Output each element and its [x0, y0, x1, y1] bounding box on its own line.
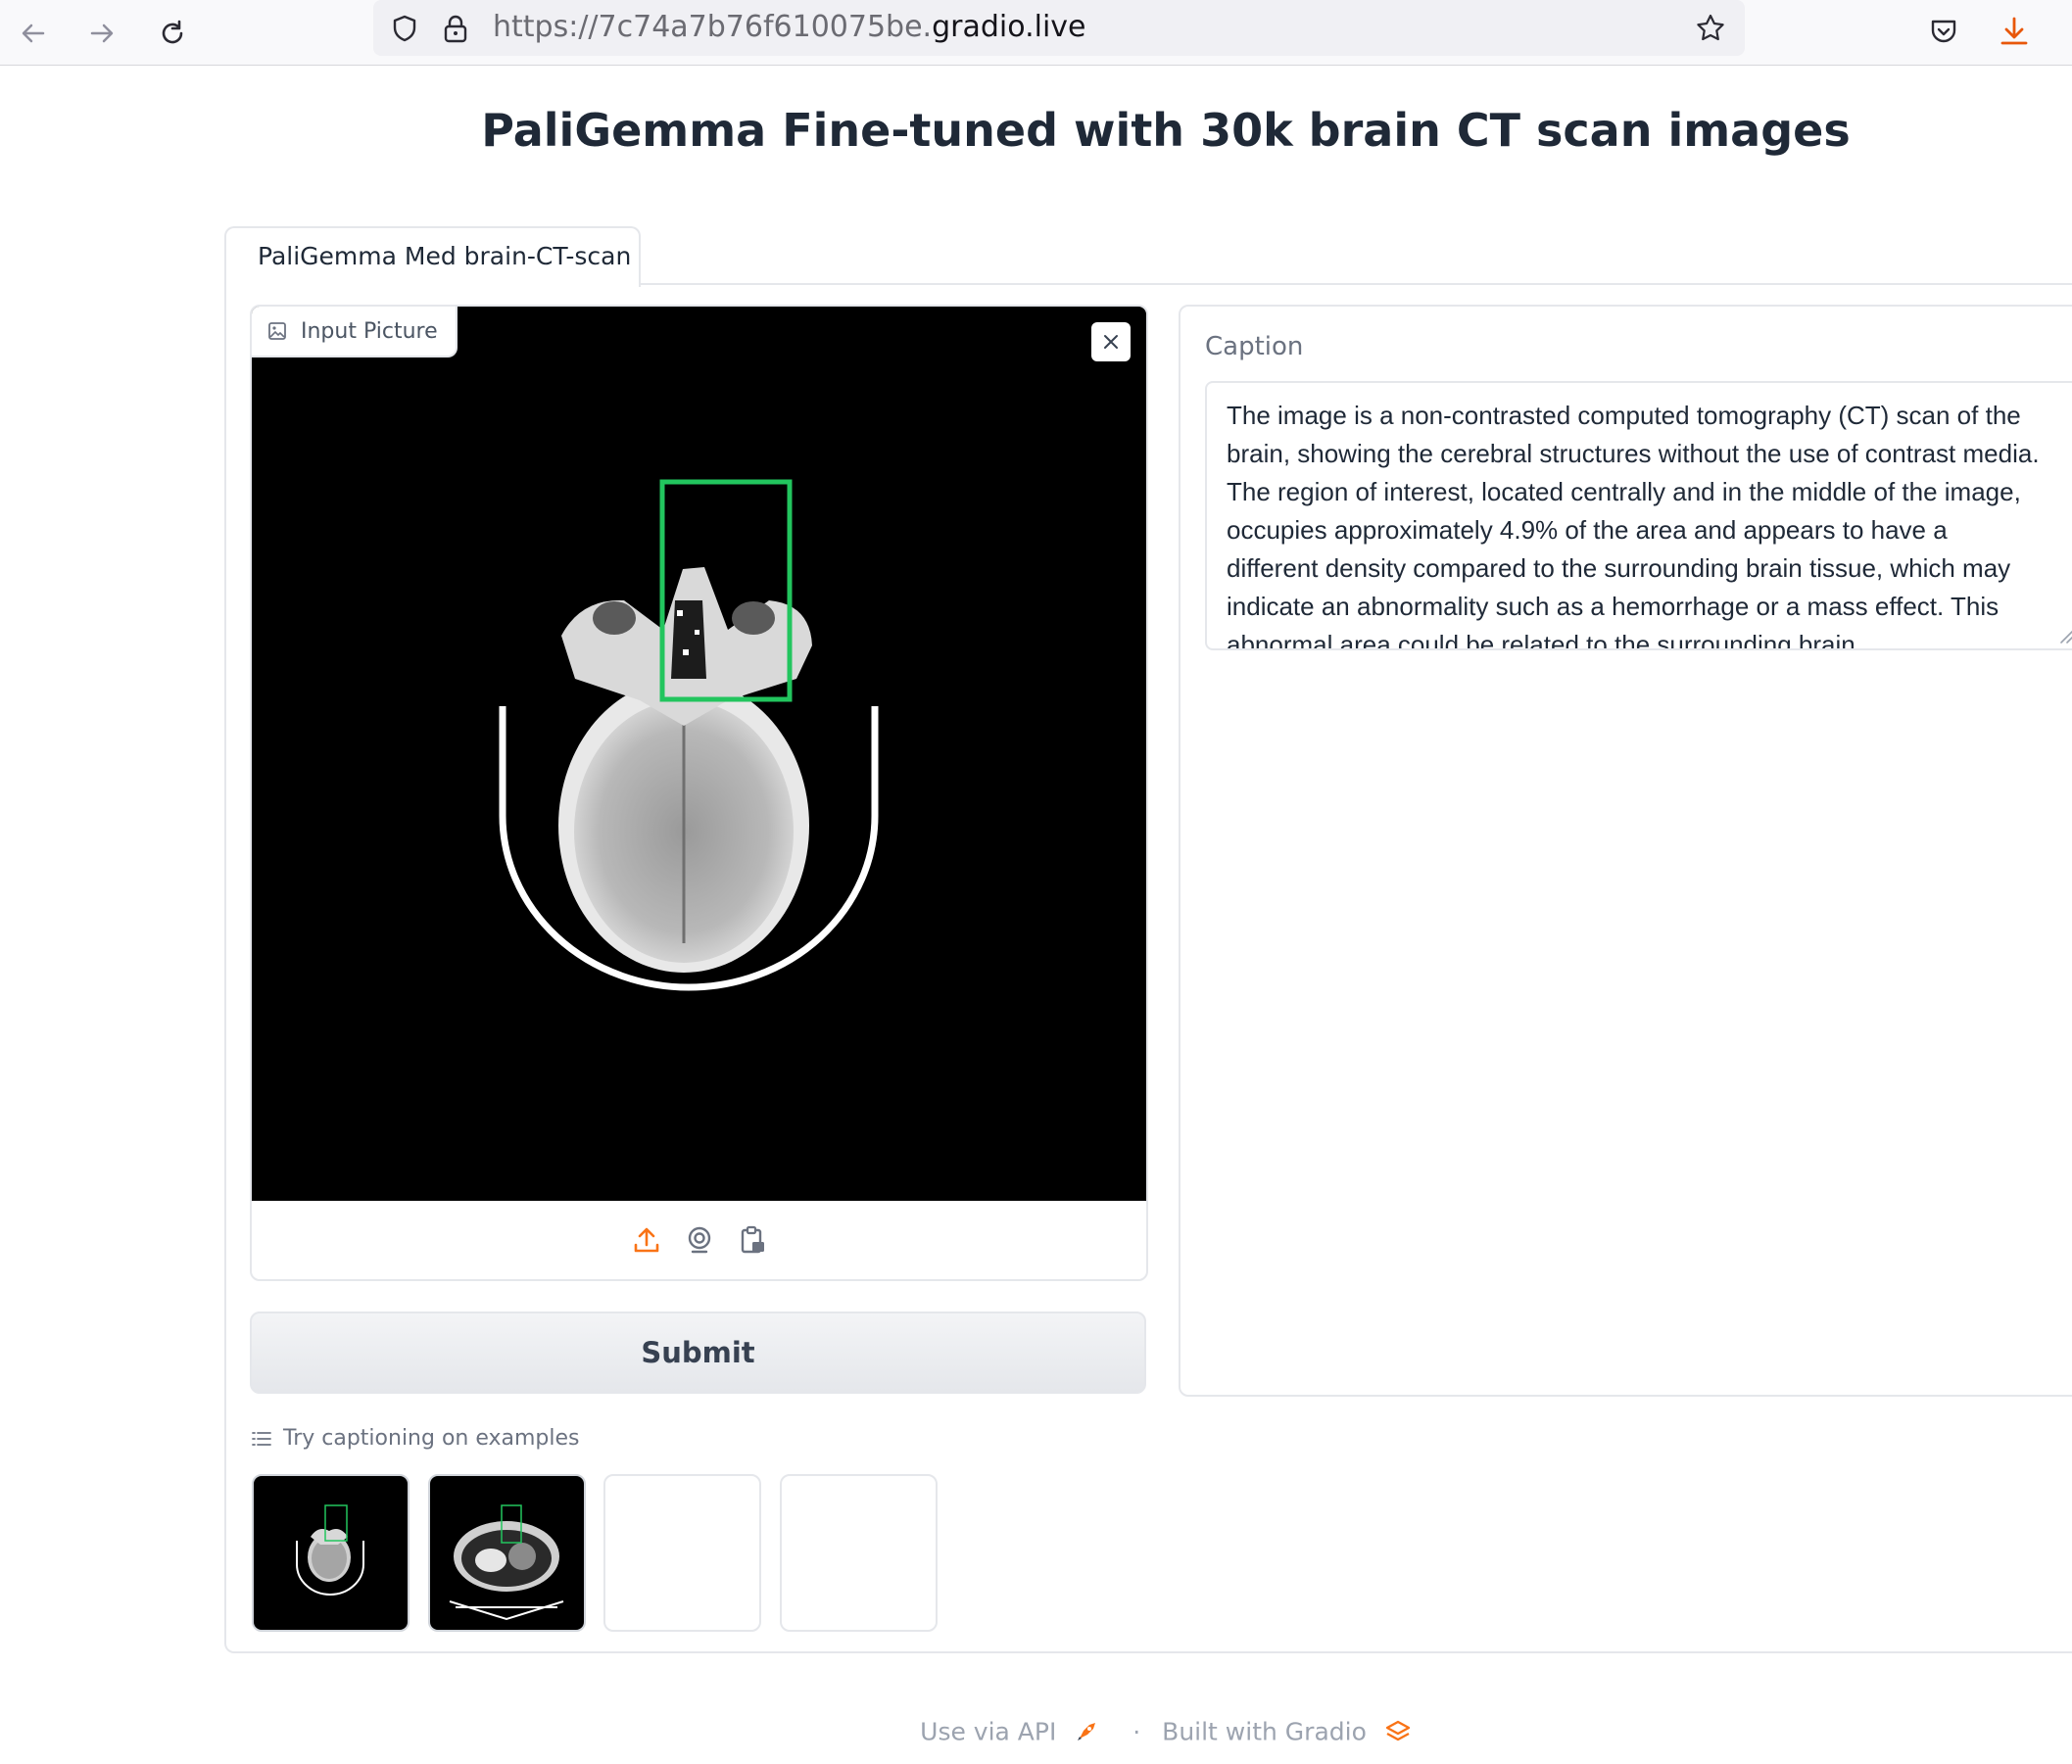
- image-icon: [268, 322, 286, 340]
- download-icon: [2000, 17, 2028, 45]
- forward-button[interactable]: [76, 8, 127, 59]
- resize-handle-icon[interactable]: [2057, 627, 2072, 644]
- caption-text: The image is a non-contrasted computed t…: [1227, 401, 2040, 650]
- example-thumbnail[interactable]: [428, 1474, 586, 1632]
- submit-button[interactable]: Submit: [250, 1311, 1146, 1394]
- page-title: PaliGemma Fine-tuned with 30k brain CT s…: [481, 104, 1851, 157]
- upload-button[interactable]: [630, 1223, 663, 1257]
- example-thumbnail-empty[interactable]: [603, 1474, 761, 1632]
- caption-textarea[interactable]: The image is a non-contrasted computed t…: [1205, 381, 2072, 650]
- gradio-logo-icon: [1385, 1720, 1411, 1741]
- forward-arrow-icon: [90, 24, 114, 43]
- reload-icon: [162, 20, 183, 44]
- use-via-api-link[interactable]: Use via API: [920, 1718, 1056, 1746]
- image-source-toolbar: [252, 1201, 1146, 1279]
- url-prefix: https://7c74a7b76f610075be.: [493, 10, 933, 44]
- bookmark-star-icon[interactable]: [1691, 9, 1730, 48]
- tab-paligemma-med[interactable]: PaliGemma Med brain-CT-scan: [224, 226, 641, 287]
- ct-scan-image: [499, 479, 879, 991]
- back-arrow-icon: [22, 24, 45, 43]
- clipboard-icon: [741, 1225, 764, 1254]
- lock-icon[interactable]: [436, 9, 475, 48]
- image-input[interactable]: Input Picture: [250, 305, 1148, 1281]
- example-brain-ct-image: [296, 1504, 364, 1596]
- example-thumbnail[interactable]: [252, 1474, 410, 1632]
- address-bar[interactable]: https://7c74a7b76f610075be.gradio.live: [373, 0, 1745, 56]
- input-picture-label-text: Input Picture: [301, 318, 438, 344]
- caption-output: Caption The image is a non-contrasted co…: [1179, 305, 2072, 1397]
- input-picture-label: Input Picture: [252, 307, 458, 358]
- webcam-button[interactable]: [683, 1223, 716, 1257]
- list-icon: [252, 1431, 271, 1446]
- url-host: gradio.live: [932, 10, 1086, 44]
- close-icon: [1104, 335, 1118, 349]
- built-with-gradio-link[interactable]: Built with Gradio: [1162, 1718, 1367, 1746]
- clipboard-button[interactable]: [736, 1223, 769, 1257]
- webcam-icon: [688, 1226, 710, 1254]
- clear-image-button[interactable]: [1091, 322, 1131, 361]
- example-thumbnail-empty[interactable]: [780, 1474, 938, 1632]
- footer: Use via API · Built with Gradio: [0, 1716, 2072, 1746]
- example-chest-ct-image: [449, 1504, 564, 1621]
- back-button[interactable]: [8, 8, 59, 59]
- downloads-button[interactable]: [1989, 6, 2040, 57]
- browser-toolbar: https://7c74a7b76f610075be.gradio.live: [0, 0, 2072, 66]
- input-image-preview: [252, 307, 1146, 1201]
- rocket-icon: [1078, 1723, 1096, 1740]
- url-text[interactable]: https://7c74a7b76f610075be.gradio.live: [493, 8, 1086, 47]
- footer-separator: ·: [1132, 1717, 1141, 1746]
- tab-label: PaliGemma Med brain-CT-scan: [258, 242, 632, 270]
- reload-button[interactable]: [147, 8, 198, 59]
- upload-icon: [634, 1227, 658, 1253]
- examples-label-text: Try captioning on examples: [283, 1426, 580, 1451]
- pocket-icon: [1931, 20, 1956, 43]
- shield-icon[interactable]: [385, 9, 424, 48]
- pocket-button[interactable]: [1918, 6, 1969, 57]
- examples-label: Try captioning on examples: [252, 1426, 580, 1451]
- caption-label: Caption: [1205, 332, 1304, 361]
